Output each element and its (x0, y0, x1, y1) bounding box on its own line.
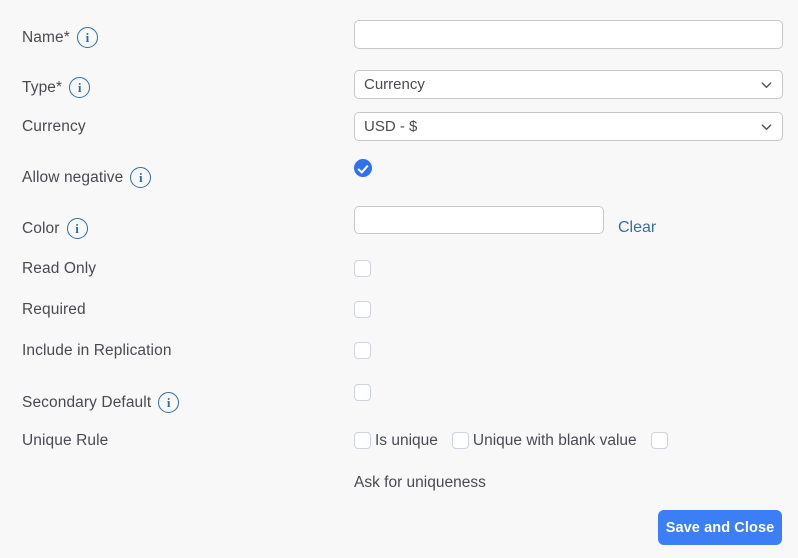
label-cell-type: Type* i (22, 77, 91, 98)
info-icon-allow-negative[interactable]: i (130, 167, 152, 188)
label-cell-color: Color i (22, 218, 88, 239)
type-select[interactable]: Currency (354, 70, 783, 99)
currency-select-value: USD - $ (364, 118, 418, 135)
control-cell-unique-rule: Is unique Unique with blank value (354, 432, 682, 449)
chevron-down-icon (761, 79, 772, 90)
label-cell-read-only: Read Only (22, 261, 96, 277)
label-unique-rule: Unique Rule (22, 432, 109, 449)
read-only-checkbox[interactable] (354, 260, 371, 278)
info-icon-secondary-default[interactable]: i (158, 392, 180, 413)
ask-for-uniqueness-checkbox[interactable] (650, 432, 668, 449)
name-input[interactable] (354, 20, 783, 49)
clear-color-link[interactable]: Clear (618, 220, 656, 236)
label-color: Color (22, 219, 60, 237)
label-cell-unique-rule: Unique Rule (22, 433, 108, 449)
control-cell-required (354, 301, 371, 319)
unique-rule-option-is-unique: Is unique (354, 432, 438, 449)
info-icon-type[interactable]: i (69, 77, 91, 98)
allow-negative-checkbox[interactable] (354, 159, 372, 177)
info-icon-name[interactable]: i (76, 27, 98, 48)
unique-rule-options: Is unique Unique with blank value (354, 432, 682, 449)
info-icon-color[interactable]: i (66, 218, 88, 239)
field-settings-form: Name* i Type* i Currency Currency USD - … (0, 0, 798, 558)
type-select-value: Currency (364, 76, 425, 93)
control-cell-read-only (354, 260, 371, 278)
label-read-only: Read Only (22, 260, 97, 277)
ask-for-uniqueness-label[interactable]: Ask for uniqueness (354, 475, 486, 491)
label-cell-required: Required (22, 302, 86, 318)
label-cell-name: Name* i (22, 27, 98, 48)
control-cell-name (354, 20, 783, 49)
required-checkbox[interactable] (354, 301, 371, 319)
control-cell-include-in-replication (354, 342, 371, 360)
save-and-close-button[interactable]: Save and Close (658, 510, 782, 545)
label-cell-include-in-replication: Include in Replication (22, 343, 172, 359)
label-allow-negative: Allow negative (22, 168, 124, 186)
secondary-default-checkbox[interactable] (354, 384, 371, 402)
is-unique-label[interactable]: Is unique (375, 433, 438, 449)
control-cell-type: Currency (354, 70, 783, 99)
label-cell-currency: Currency (22, 119, 86, 135)
label-currency: Currency (22, 118, 86, 135)
label-include-in-replication: Include in Replication (22, 342, 172, 359)
label-type: Type* (22, 78, 63, 96)
unique-rule-option-ask-for-uniqueness (650, 432, 668, 449)
unique-with-blank-value-label[interactable]: Unique with blank value (473, 433, 637, 449)
control-cell-currency: USD - $ (354, 112, 783, 141)
chevron-down-icon (761, 121, 772, 132)
control-cell-secondary-default (354, 384, 371, 402)
unique-rule-option-unique-with-blank-value: Unique with blank value (451, 432, 637, 449)
control-cell-color (354, 206, 604, 234)
label-name: Name* (22, 28, 70, 46)
control-cell-allow-negative (354, 159, 372, 177)
currency-select[interactable]: USD - $ (354, 112, 783, 141)
label-cell-secondary-default: Secondary Default i (22, 392, 180, 413)
label-required: Required (22, 301, 86, 318)
label-cell-allow-negative: Allow negative i (22, 167, 152, 188)
color-input[interactable] (354, 206, 604, 234)
is-unique-checkbox[interactable] (354, 432, 371, 449)
unique-with-blank-value-checkbox[interactable] (451, 432, 469, 449)
include-in-replication-checkbox[interactable] (354, 342, 371, 360)
label-secondary-default: Secondary Default (22, 393, 152, 411)
